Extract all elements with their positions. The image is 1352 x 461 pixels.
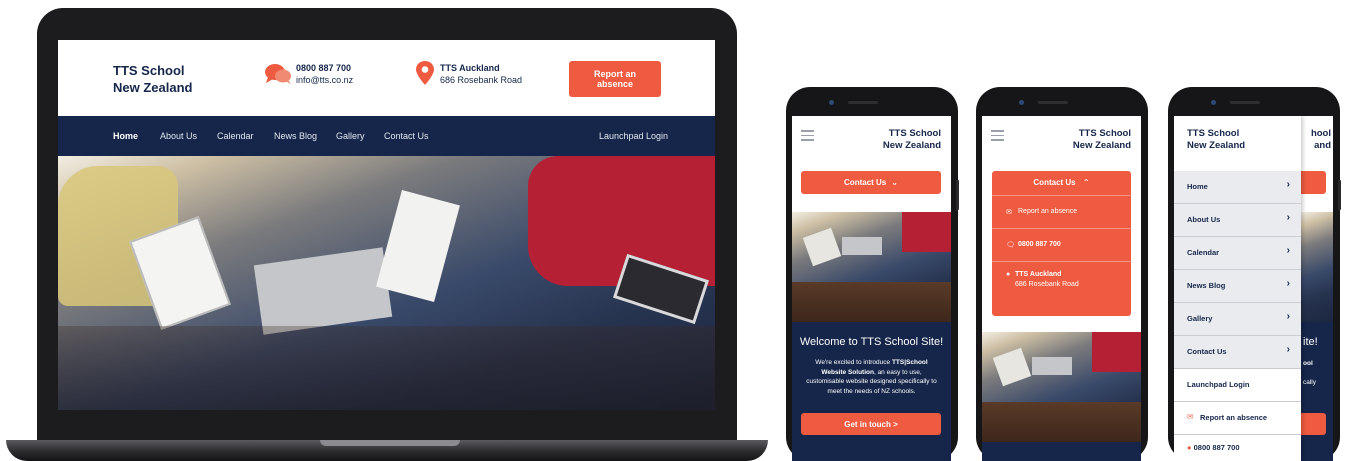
contact-info: 0800 887 700 info@tts.co.nz [296, 62, 353, 86]
phone-3-screen: hool and ite! ool cally TTS School New Z… [1174, 116, 1333, 461]
phone-3-speaker [1230, 101, 1260, 104]
get-in-touch-button[interactable]: Get in touch > [801, 413, 941, 435]
dropdown-phone-row[interactable]: 🗨 0800 887 700 [992, 228, 1131, 261]
hero-image [982, 332, 1141, 442]
logo-line1: TTS School [1078, 128, 1131, 139]
contact-dropdown: Contact Us ⌃ ✉ Report an absence 🗨 0800 … [992, 171, 1131, 316]
menu-item-launchpad-login[interactable]: Launchpad Login [1174, 369, 1301, 402]
desktop-site-screen: TTS School New Zealand 0800 887 700 info… [58, 40, 715, 410]
email-address[interactable]: info@tts.co.nz [296, 74, 353, 86]
hamburger-menu-icon[interactable] [991, 130, 1004, 144]
welcome-title: Welcome to TTS School Site! [799, 336, 944, 348]
logo-line2: New Zealand [1072, 140, 1131, 151]
menu-item-news-blog[interactable]: News Blog › [1174, 270, 1301, 303]
chevron-right-icon: › [1286, 212, 1290, 223]
chevron-right-icon: › [1286, 179, 1290, 190]
phone-1-screen: TTS School New Zealand Contact Us ⌄ Welc… [792, 116, 951, 461]
location-name: TTS Auckland [440, 63, 500, 73]
chevron-up-icon: ⌃ [1082, 178, 1090, 187]
phone-2-screen: TTS School New Zealand Contact Us ⌃ ✉ Re… [982, 116, 1141, 461]
nav-home[interactable]: Home [113, 116, 138, 156]
menu-item-home[interactable]: Home › [1174, 171, 1301, 204]
chevron-down-icon: ⌄ [891, 178, 898, 187]
nav-about-us[interactable]: About Us [160, 116, 197, 156]
laptop-notch [320, 440, 460, 446]
nav-news-blog[interactable]: News Blog [274, 116, 317, 156]
site-logo[interactable]: TTS School New Zealand [1187, 128, 1245, 152]
dropdown-address: 686 Rosebank Road [1015, 281, 1079, 288]
contact-us-dropdown-button[interactable]: Contact Us ⌃ [992, 178, 1131, 187]
phone-number[interactable]: 0800 887 700 [296, 62, 353, 74]
phone-1-button [956, 180, 959, 210]
menu-item-about-us[interactable]: About Us › [1174, 204, 1301, 237]
envelope-icon: ✉ [1187, 412, 1194, 421]
map-pin-icon: ● [1006, 271, 1011, 278]
site-header: TTS School New Zealand 0800 887 700 info… [58, 40, 715, 116]
logo-line2: New Zealand [882, 140, 941, 151]
chat-icon: ● [1187, 443, 1192, 452]
nav-calendar[interactable]: Calendar [217, 116, 254, 156]
chat-bubbles-icon [265, 64, 291, 84]
welcome-text: We're excited to introduce TTS|School We… [806, 359, 937, 395]
dropdown-phone-label: 0800 887 700 [1018, 241, 1061, 248]
logo-line1: TTS School [888, 128, 941, 139]
phone-2-camera [1019, 100, 1024, 105]
dropdown-location-row: ● TTS Auckland 686 Rosebank Road [992, 261, 1131, 302]
site-logo[interactable]: TTS School New Zealand [883, 128, 941, 152]
contact-us-label: Contact Us [844, 178, 887, 187]
dropdown-location-name: TTS Auckland [1015, 271, 1062, 278]
chevron-right-icon: › [1286, 278, 1290, 289]
contact-us-dropdown-button[interactable]: Contact Us ⌄ [801, 171, 941, 194]
welcome-section: Welcome to TTS School Site! We're excite… [792, 322, 951, 461]
logo-line2: New Zealand [113, 80, 193, 95]
peek-logo: hool and [1310, 128, 1331, 151]
menu-item-report-absence[interactable]: ✉ Report an absence [1174, 402, 1301, 435]
logo-line1: TTS School [1187, 128, 1240, 139]
menu-item-contact-us[interactable]: Contact Us › [1174, 336, 1301, 369]
site-logo[interactable]: TTS School New Zealand [1073, 128, 1131, 152]
slide-menu: TTS School New Zealand Home › About Us › C… [1174, 116, 1301, 461]
main-nav: Home About Us Calendar News Blog Gallery… [58, 116, 715, 156]
menu-item-phone[interactable]: ● 0800 887 700 [1187, 443, 1240, 452]
hero-image [58, 156, 715, 410]
chevron-right-icon: › [1286, 245, 1290, 256]
page-peek: hool and ite! ool cally [1301, 116, 1333, 461]
dropdown-report-label: Report an absence [1018, 208, 1078, 215]
phone-2-speaker [1038, 101, 1068, 104]
hero-image [792, 212, 951, 322]
menu-item-calendar[interactable]: Calendar › [1174, 237, 1301, 270]
phone-3-camera [1211, 100, 1216, 105]
nav-contact-us[interactable]: Contact Us [384, 116, 429, 156]
report-absence-button[interactable]: Report an absence [569, 61, 661, 97]
phone-1-speaker [848, 101, 878, 104]
street-address: 686 Rosebank Road [440, 75, 523, 85]
nav-launchpad-login[interactable]: Launchpad Login [599, 116, 668, 156]
site-logo[interactable]: TTS School New Zealand [113, 62, 192, 96]
envelope-icon: ✉ [1006, 209, 1012, 216]
welcome-section [982, 442, 1141, 461]
chevron-right-icon: › [1286, 344, 1290, 355]
logo-line1: TTS School [113, 63, 185, 78]
menu-item-gallery[interactable]: Gallery › [1174, 303, 1301, 336]
hamburger-menu-icon[interactable] [801, 130, 814, 144]
phone-1-camera [829, 100, 834, 105]
phone-3-button [1338, 180, 1341, 210]
map-pin-icon [416, 61, 434, 85]
contact-us-label: Contact Us [1033, 178, 1076, 187]
location-info: TTS Auckland 686 Rosebank Road [440, 62, 522, 86]
chat-icon: 🗨 [1006, 242, 1015, 249]
nav-gallery[interactable]: Gallery [336, 116, 365, 156]
logo-line2: New Zealand [1187, 140, 1246, 151]
chevron-right-icon: › [1286, 311, 1290, 322]
dropdown-report-row[interactable]: ✉ Report an absence [992, 195, 1131, 228]
